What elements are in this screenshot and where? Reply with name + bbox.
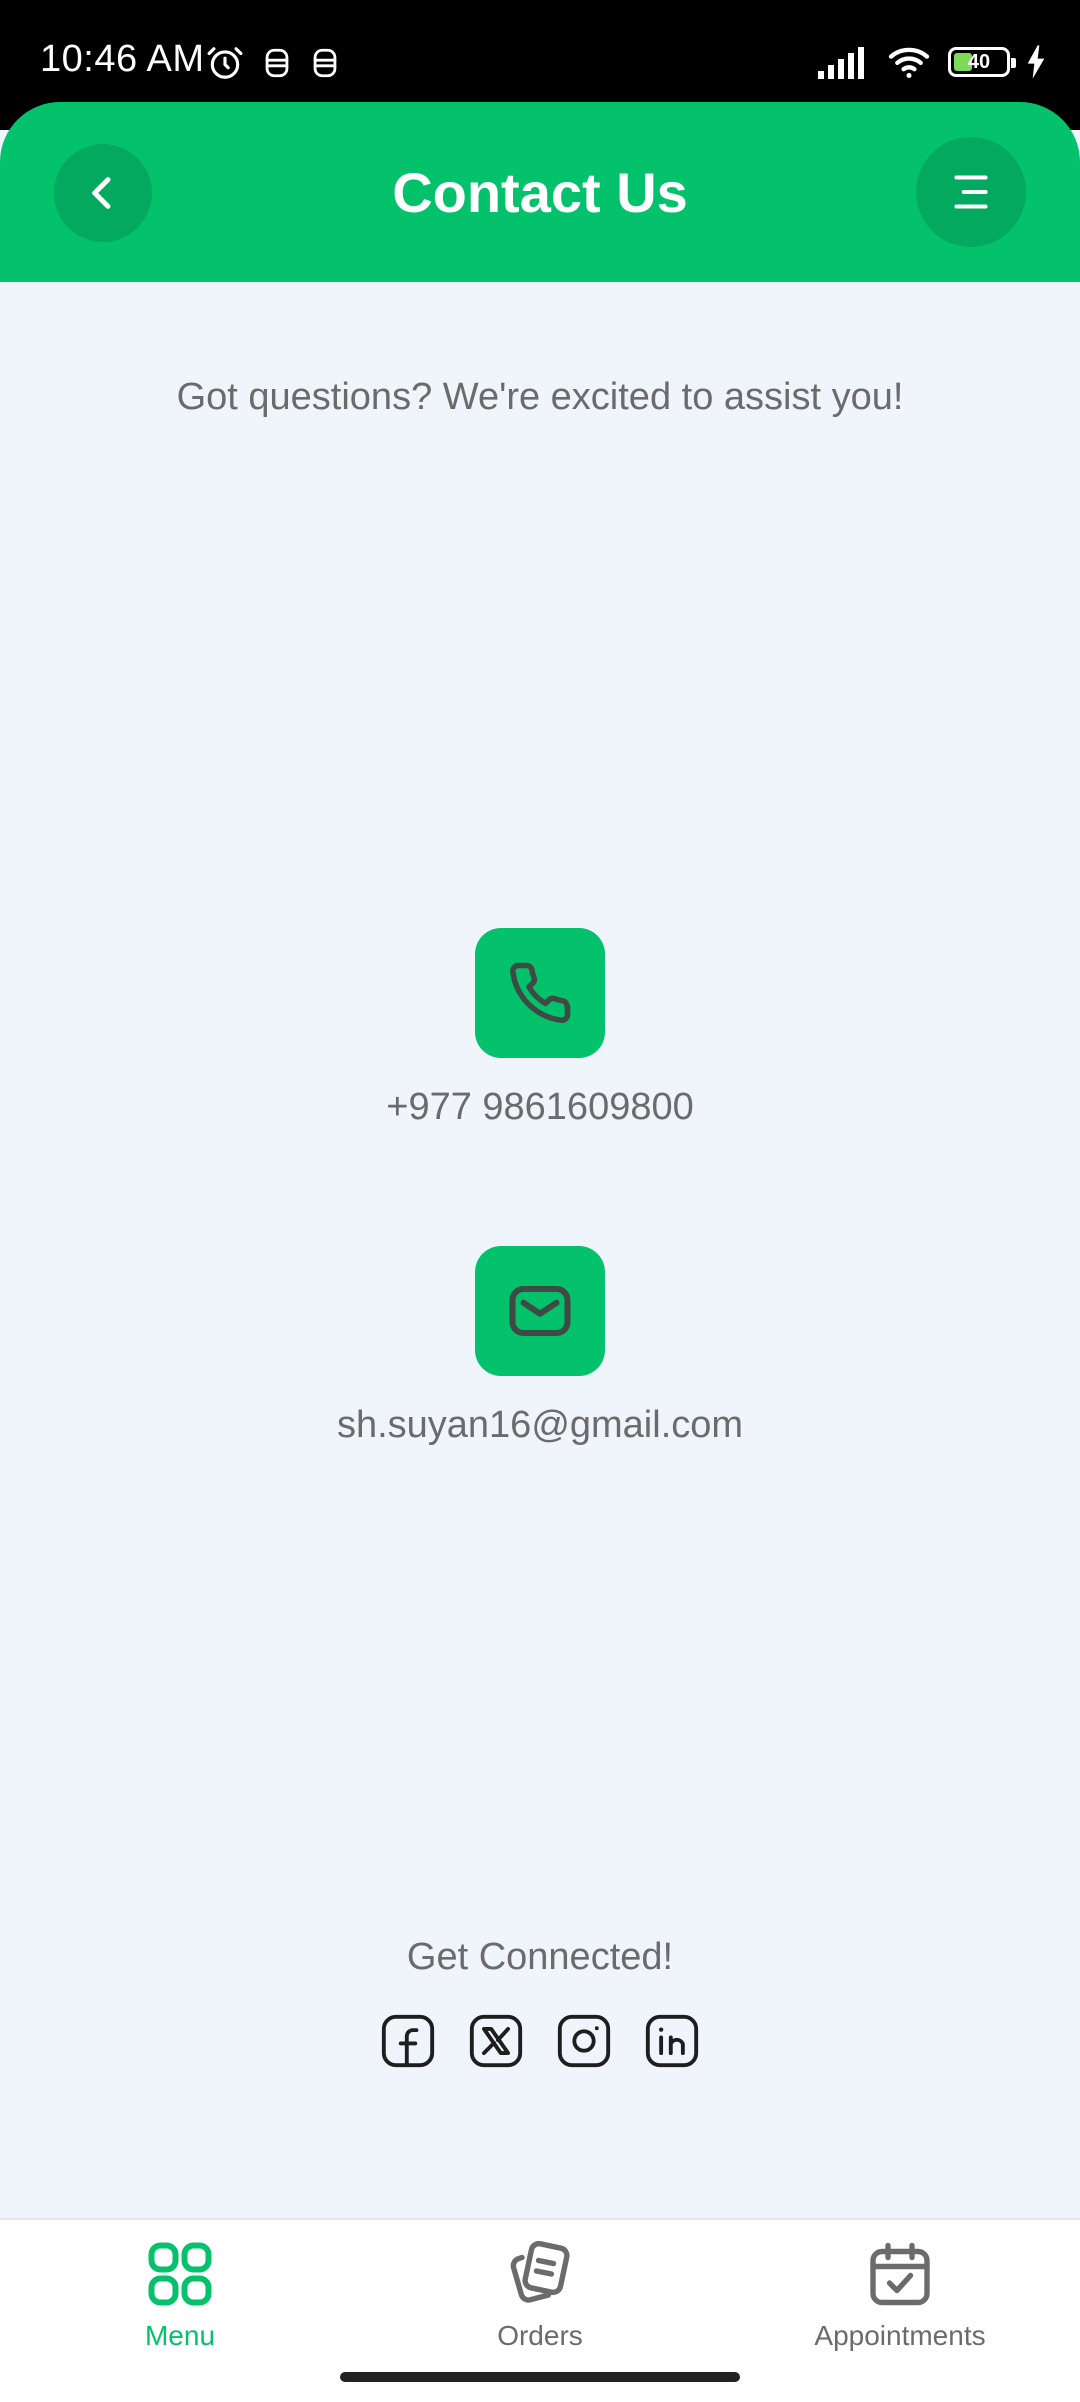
wifi-icon xyxy=(888,47,930,79)
home-indicator xyxy=(340,2372,740,2382)
notification-icon xyxy=(265,48,289,78)
calendar-check-icon xyxy=(870,2242,930,2306)
status-time: 10:46 AM xyxy=(40,38,205,80)
nav-label-orders: Orders xyxy=(497,2320,583,2351)
linkedin-icon[interactable] xyxy=(643,2012,701,2070)
signal-icon xyxy=(818,47,864,79)
intro-text: Got questions? We're excited to assist y… xyxy=(176,376,904,418)
app-header: Contact Us xyxy=(0,102,1080,282)
alarm-icon xyxy=(207,47,243,79)
social-links xyxy=(0,2012,1080,2070)
nav-item-orders[interactable]: Orders xyxy=(440,2238,640,2352)
nav-item-menu[interactable]: Menu xyxy=(80,2238,280,2352)
notification-icon xyxy=(313,48,337,78)
phone-button[interactable] xyxy=(475,928,605,1058)
nav-item-appointments[interactable]: Appointments xyxy=(780,2238,1020,2352)
orders-icon xyxy=(510,2240,570,2303)
battery-icon: 40 xyxy=(948,47,1016,77)
instagram-icon[interactable] xyxy=(555,2012,613,2070)
grid-icon xyxy=(148,2242,212,2306)
phone-icon xyxy=(510,962,571,1023)
menu-button[interactable] xyxy=(916,137,1026,247)
nav-label-appointments: Appointments xyxy=(814,2320,986,2351)
charging-icon xyxy=(1027,45,1045,79)
battery-level: 40 xyxy=(967,51,991,73)
get-connected-label: Get Connected! xyxy=(406,1936,674,1978)
phone-number[interactable]: +977 9861609800 xyxy=(0,1086,1080,1129)
mail-icon xyxy=(509,1285,571,1337)
facebook-icon[interactable] xyxy=(379,2012,437,2070)
email-address[interactable]: sh.suyan16@gmail.com xyxy=(0,1404,1080,1447)
nav-label-menu: Menu xyxy=(144,2320,216,2351)
status-right-icons: 40 xyxy=(818,44,1046,80)
x-twitter-icon[interactable] xyxy=(467,2012,525,2070)
email-button[interactable] xyxy=(475,1246,605,1376)
menu-icon xyxy=(954,175,988,209)
status-left-icons xyxy=(206,44,340,82)
